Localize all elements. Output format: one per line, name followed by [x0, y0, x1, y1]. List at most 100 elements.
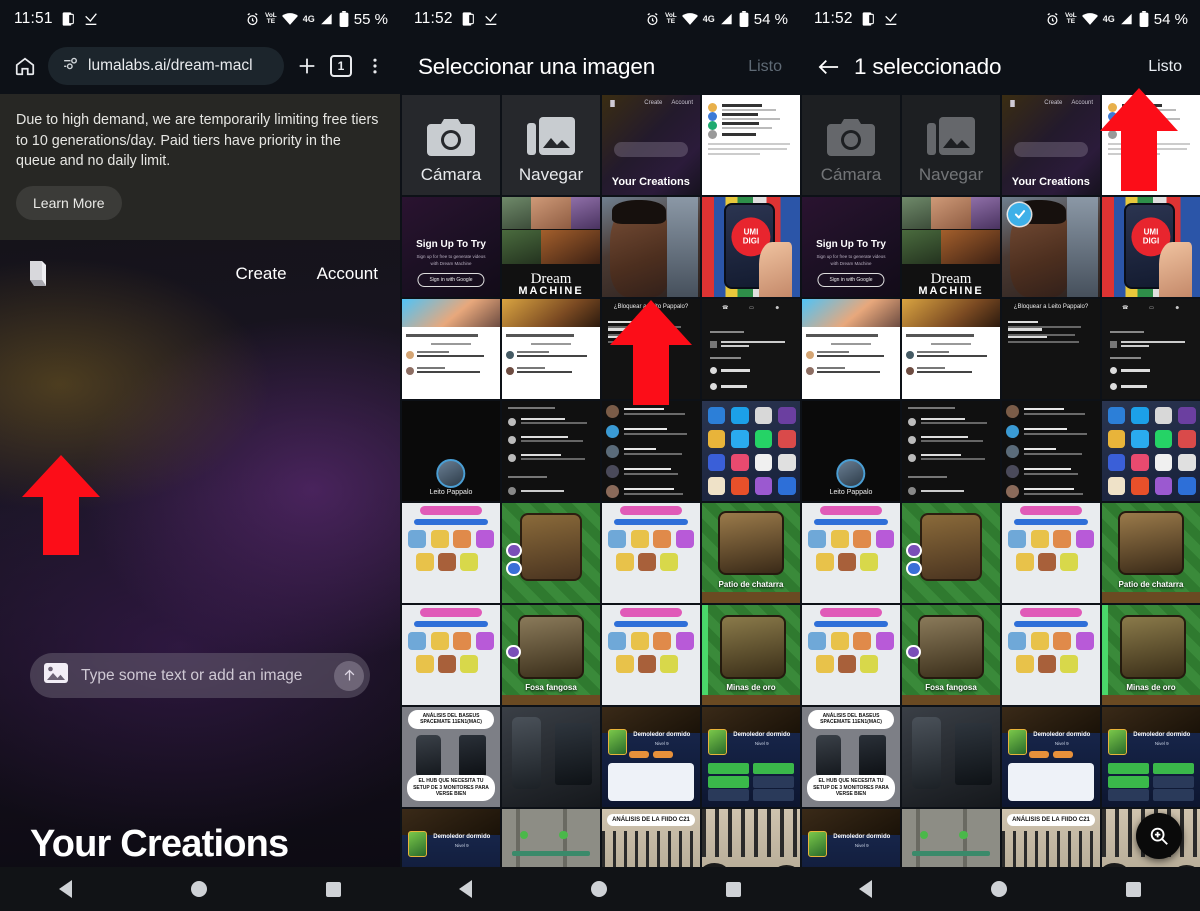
picker-header-3: 1 seleccionado Listo	[800, 38, 1200, 95]
thumbnail-shop-4[interactable]	[602, 604, 700, 705]
thumbnail-social-comments-1[interactable]	[802, 298, 900, 399]
thumbnail-dream-machine[interactable]: Dream MACHINE	[502, 196, 600, 297]
thumbnail-demoledor-2[interactable]: Demoledor dormido Nivel 9	[702, 706, 800, 807]
nav-recents-icon[interactable]	[325, 881, 341, 897]
search-zoom-fab[interactable]	[1136, 813, 1182, 859]
thumb-profile-name: Leito Pappalo	[429, 488, 473, 496]
thumbnail-baseus-review[interactable]: ANÁLISIS DEL BASEUS SPACEMATE 11EN1(MAC)…	[402, 706, 500, 807]
thumb-fiido-title: ANÁLISIS DE LA FIIDO C21	[1006, 813, 1096, 826]
thumbnail-chat-list[interactable]	[602, 400, 700, 501]
browse-action-tile[interactable]: Navegar	[902, 95, 1000, 195]
thumbnail-shop-4[interactable]	[1002, 604, 1100, 705]
thumbnail-profile[interactable]: Leito Pappalo	[802, 400, 900, 501]
tab-count-button[interactable]: 1	[330, 55, 352, 77]
back-arrow-icon[interactable]	[818, 57, 840, 77]
battery-icon	[339, 11, 349, 27]
camera-action-tile[interactable]: Cámara	[802, 95, 900, 195]
address-bar[interactable]: lumalabs.ai/dream-macl	[48, 47, 284, 85]
nav-home-icon[interactable]	[190, 881, 207, 897]
thumbnail-patio-chatarra[interactable]: Patio de chatarra	[1102, 502, 1200, 603]
thumbnail-shop-3[interactable]	[402, 604, 500, 705]
thumb-baseus-title: ANÁLISIS DEL BASEUS SPACEMATE 11EN1(MAC)	[407, 709, 495, 729]
luma-logo-icon[interactable]	[22, 258, 52, 290]
thumbnail-baseus-product[interactable]	[902, 706, 1000, 807]
thumbnail-shop-1[interactable]	[802, 502, 900, 603]
thumbnail-profile[interactable]: Leito Pappalo	[402, 400, 500, 501]
plus-icon[interactable]	[294, 53, 320, 79]
signal-icon	[720, 12, 734, 26]
nav-link-account[interactable]: Account	[317, 264, 378, 284]
thumbnail-social-comments-2[interactable]	[502, 298, 600, 399]
thumbnail-social-comments-1[interactable]	[402, 298, 500, 399]
thumbnail-shop-2[interactable]	[1002, 502, 1100, 603]
send-arrow-icon[interactable]	[334, 660, 364, 691]
thumbnail-signup[interactable]: Sign Up To Try Sign up for free to gener…	[802, 196, 900, 297]
thumbnail-signup[interactable]: Sign Up To Try Sign up for free to gener…	[402, 196, 500, 297]
nav-back-icon[interactable]	[59, 880, 73, 898]
thumbnail-minas-oro[interactable]: Minas de oro	[702, 604, 800, 705]
selected-checkmark-icon	[1008, 202, 1031, 226]
browse-action-tile[interactable]: Navegar	[502, 95, 600, 195]
done-button[interactable]: Listo	[1148, 58, 1182, 76]
luma-hero-section: Create Account Type some text or add an …	[0, 240, 400, 911]
nav-link-create[interactable]: Create	[236, 264, 287, 284]
thumbnail-portrait-meme-selected[interactable]	[1002, 196, 1100, 297]
thumbnail-shop-2[interactable]	[602, 502, 700, 603]
prompt-bar[interactable]: Type some text or add an image	[30, 653, 370, 699]
site-settings-icon[interactable]	[62, 55, 79, 77]
thumbnail-demoledor-2[interactable]: Demoledor dormido Nivel 9	[1102, 706, 1200, 807]
thumbnail-fosa-fangosa[interactable]: Fosa fangosa	[502, 604, 600, 705]
overflow-menu-icon[interactable]	[362, 53, 388, 79]
thumb-demoledor-name-3: Demoledor dormido	[833, 833, 891, 840]
thumbnail-baseus-review[interactable]: ANÁLISIS DEL BASEUS SPACEMATE 11EN1(MAC)…	[802, 706, 900, 807]
thumbnail-fosa-fangosa[interactable]: Fosa fangosa	[902, 604, 1000, 705]
thumbnail-patio-chatarra[interactable]: Patio de chatarra	[702, 502, 800, 603]
camera-action-tile[interactable]: Cámara	[402, 95, 500, 195]
nav-home-icon[interactable]	[590, 881, 607, 897]
thumbnail-demoledor-1[interactable]: Demoledor dormido Nivel 9	[602, 706, 700, 807]
thumbnail-luma-creations[interactable]: Create Account Your Creations	[1002, 95, 1100, 195]
thumbnail-settings-list[interactable]	[902, 400, 1000, 501]
thumbnail-baseus-product[interactable]	[502, 706, 600, 807]
sim-card-icon	[60, 11, 76, 27]
thumbnail-arena-1[interactable]	[902, 502, 1000, 603]
thumbnail-luma-creations[interactable]: Create Account Your Creations	[602, 95, 700, 195]
nav-recents-icon[interactable]	[1125, 881, 1141, 897]
thumbnail-shop-1[interactable]	[402, 502, 500, 603]
image-attach-icon[interactable]	[44, 663, 68, 688]
prompt-input[interactable]: Type some text or add an image	[81, 667, 321, 685]
thumbnail-contact-options[interactable]: ☎ ▭ ☻	[702, 298, 800, 399]
thumbnail-dream-machine[interactable]: Dream MACHINE	[902, 196, 1000, 297]
thumbnail-arena-1[interactable]	[502, 502, 600, 603]
thumbnail-portrait-meme[interactable]	[602, 196, 700, 297]
thumbnail-app-drawer[interactable]	[1102, 400, 1200, 501]
browse-label: Navegar	[518, 164, 584, 184]
nav-recents-icon[interactable]	[725, 881, 741, 897]
thumbnail-demoledor-1[interactable]: Demoledor dormido Nivel 9	[1002, 706, 1100, 807]
thumbnail-app-drawer[interactable]	[702, 400, 800, 501]
thumbnail-contact-options[interactable]: ☎ ▭ ☻	[1102, 298, 1200, 399]
learn-more-button[interactable]: Learn More	[16, 186, 122, 221]
thumbnail-block-dialog[interactable]: ¿Bloquear a Leito Pappalo?	[1002, 298, 1100, 399]
thumbnail-umidigi[interactable]: UMI DIGI	[702, 196, 800, 297]
thumb-google-signin: Sign in with Google	[417, 272, 485, 287]
home-icon[interactable]	[12, 53, 38, 79]
thumb-arena-name-minas: Minas de oro	[726, 682, 776, 692]
thumbnail-umidigi[interactable]: UMI DIGI	[1102, 196, 1200, 297]
nav-back-icon[interactable]	[459, 880, 473, 898]
rate-limit-notice: Due to high demand, we are temporarily l…	[0, 94, 400, 241]
thumbnail-shop-3[interactable]	[802, 604, 900, 705]
nav-home-icon[interactable]	[990, 881, 1007, 897]
thumbnail-minas-oro[interactable]: Minas de oro	[1102, 604, 1200, 705]
camera-label: Cámara	[420, 164, 482, 184]
done-button[interactable]: Listo	[748, 58, 782, 76]
battery-icon	[739, 11, 749, 27]
nav-back-icon[interactable]	[859, 880, 873, 898]
thumbnail-social-comments-2[interactable]	[902, 298, 1000, 399]
thumbnail-chat-list[interactable]	[1002, 400, 1100, 501]
wifi-icon	[281, 12, 298, 26]
android-nav-bar-1	[0, 867, 400, 911]
thumbnail-settings-list[interactable]	[502, 400, 600, 501]
camera-label: Cámara	[820, 164, 882, 184]
thumbnail-account-list[interactable]	[702, 95, 800, 195]
